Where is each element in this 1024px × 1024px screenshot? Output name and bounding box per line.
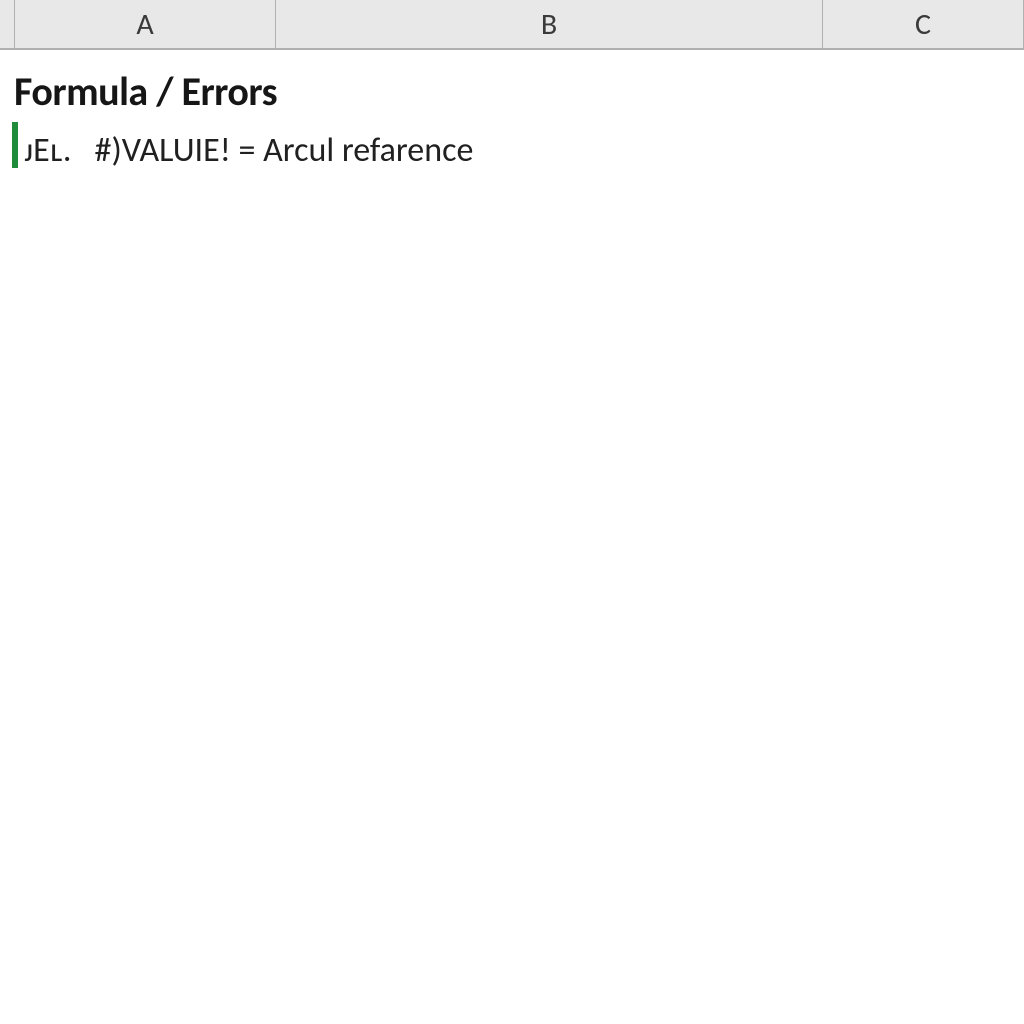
cells-area[interactable]: Formula / Errors ᴊEʟ. #)VALUIE! = Arcul … (0, 50, 1024, 1024)
column-header-C[interactable]: C (823, 0, 1024, 48)
column-header-A[interactable]: A (15, 0, 276, 48)
cell-A2-prefix: ᴊEʟ. (24, 130, 72, 171)
cell-A1-title[interactable]: Formula / Errors (14, 67, 277, 116)
cell-A2-rest: #)VALUIE! = Arcul refarence (72, 130, 474, 171)
select-all-corner[interactable] (0, 0, 15, 48)
error-indicator-icon[interactable] (12, 122, 18, 168)
row-2[interactable]: ᴊEʟ. #)VALUIE! = Arcul refarence (0, 122, 1024, 178)
column-header-row: A B C (0, 0, 1024, 50)
row-1[interactable]: Formula / Errors (0, 50, 1024, 122)
column-header-B[interactable]: B (276, 0, 823, 48)
cell-A2-content[interactable]: ᴊEʟ. #)VALUIE! = Arcul refarence (24, 130, 473, 171)
spreadsheet-view: A B C Formula / Errors ᴊEʟ. #)VALUIE! = … (0, 0, 1024, 1024)
